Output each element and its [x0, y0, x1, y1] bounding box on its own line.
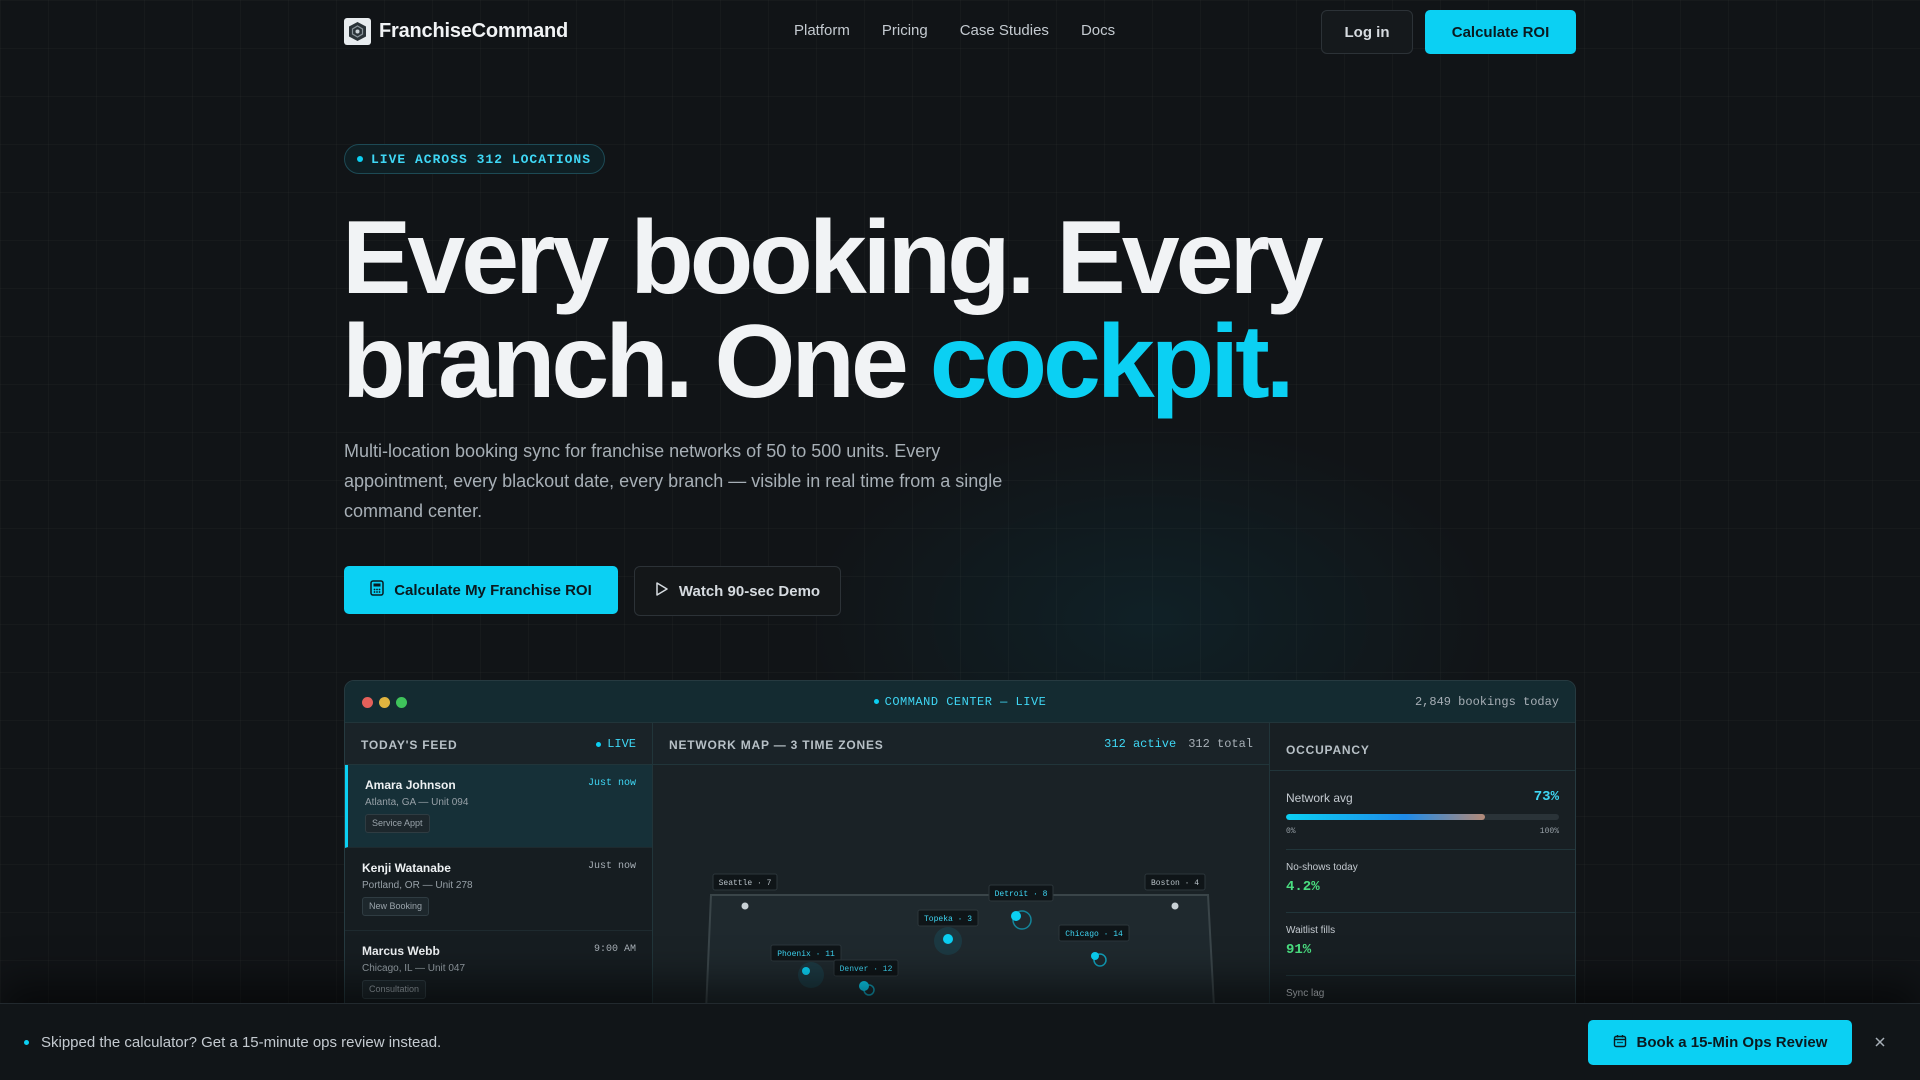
waitlist-stat: Waitlist fills 91% [1286, 912, 1575, 975]
sync-lag-label: Sync lag [1286, 988, 1325, 999]
scale-max: 100% [1539, 827, 1559, 836]
map-active-count: 312 active [1104, 737, 1177, 751]
feed-item-time: 9:00 AM [593, 944, 636, 955]
marker-label: Seattle · 7 [719, 879, 772, 888]
occupancy-header: OCCUPANCY [1270, 723, 1575, 771]
banner-message: Skipped the calculator? Get a 15-minute … [24, 1034, 441, 1051]
banner-text: Skipped the calculator? Get a 15-minute … [41, 1034, 442, 1051]
headline-accent: cockpit. [929, 304, 1295, 420]
headline-line-2: branch. One [342, 304, 930, 420]
marker-label: Chicago · 14 [1065, 930, 1123, 939]
feed-title: TODAY'S FEED [361, 738, 458, 752]
marker-label: Topeka · 3 [924, 915, 972, 924]
marker-label: Detroit · 8 [995, 890, 1048, 899]
live-badge-text: LIVE ACROSS 312 LOCATIONS [371, 151, 592, 167]
noshows-value: 4.2% [1286, 879, 1320, 895]
feed-item-tag: Service Appt [365, 814, 430, 833]
feed-item-name: Marcus Webb [362, 944, 440, 958]
live-dot-icon [596, 741, 602, 747]
marker-label: Phoenix · 11 [777, 950, 835, 959]
calculate-franchise-roi-button[interactable]: Calculate My Franchise ROI [344, 566, 618, 614]
live-dot-icon [357, 156, 363, 162]
feed-item[interactable]: Amara Johnson Just now Atlanta, GA — Uni… [345, 765, 652, 848]
marker-label: Boston · 4 [1151, 879, 1199, 888]
primary-cta-label: Calculate My Franchise ROI [394, 581, 592, 599]
ops-review-banner: Skipped the calculator? Get a 15-minute … [0, 1003, 1920, 1080]
map-total-count: 312 total [1188, 737, 1253, 751]
headline-line-1: Every booking. Every [342, 200, 1324, 316]
feed-item-tag: New Booking [362, 897, 430, 916]
feed-item-time: Just now [587, 778, 636, 789]
noshows-label: No-shows today [1286, 862, 1358, 873]
occupancy-bar-fill [1286, 814, 1486, 820]
play-icon [655, 582, 669, 600]
bookings-today-count: 2,849 bookings today [1414, 695, 1559, 709]
command-center-title: COMMAND CENTER — LIVE [345, 695, 1575, 709]
calculate-roi-button[interactable]: Calculate ROI [1425, 10, 1576, 54]
feed-live-label: LIVE [607, 737, 636, 751]
noshows-stat: No-shows today 4.2% [1286, 849, 1575, 912]
feed-live-indicator: LIVE [596, 737, 636, 751]
command-center-title-text: COMMAND CENTER — LIVE [884, 695, 1047, 709]
nav-link-pricing[interactable]: Pricing [882, 22, 928, 39]
feed-item-location: Portland, OR — Unit 278 [362, 880, 473, 891]
feed-item-location: Atlanta, GA — Unit 094 [365, 797, 469, 808]
book-ops-review-button[interactable]: Book a 15-Min Ops Review [1588, 1020, 1852, 1065]
nav-link-platform[interactable]: Platform [794, 22, 850, 39]
nav-link-case-studies[interactable]: Case Studies [960, 22, 1049, 39]
waitlist-label: Waitlist fills [1286, 925, 1336, 936]
login-button[interactable]: Log in [1321, 10, 1413, 54]
banner-dot-icon [24, 1040, 29, 1045]
map-counts: 312 active 312 total [1104, 737, 1253, 751]
marker-label: Denver · 12 [840, 965, 893, 974]
waitlist-value: 91% [1286, 942, 1312, 958]
map-title: NETWORK MAP — 3 TIME ZONES [669, 738, 884, 752]
logo-mark-icon [344, 18, 371, 45]
network-avg-value: 73% [1533, 789, 1559, 805]
map-header: NETWORK MAP — 3 TIME ZONES 312 active 31… [653, 723, 1269, 765]
hero-headline: Every booking. Every branch. One cockpit… [342, 206, 1442, 414]
dashboard-titlebar: COMMAND CENTER — LIVE 2,849 bookings tod… [345, 681, 1575, 723]
nav-links: Platform Pricing Case Studies Docs [794, 22, 1115, 39]
calculator-icon [370, 580, 384, 600]
feed-item-name: Amara Johnson [365, 778, 456, 792]
feed-item-name: Kenji Watanabe [362, 861, 451, 875]
live-dot-icon [873, 699, 879, 705]
feed-item-location: Chicago, IL — Unit 047 [362, 963, 466, 974]
feed-item[interactable]: Marcus Webb 9:00 AM Chicago, IL — Unit 0… [345, 931, 652, 1014]
occupancy-title: OCCUPANCY [1286, 743, 1370, 757]
live-locations-badge: LIVE ACROSS 312 LOCATIONS [344, 144, 606, 174]
secondary-cta-label: Watch 90-sec Demo [678, 582, 821, 600]
banner-cta-label: Book a 15-Min Ops Review [1636, 1034, 1828, 1051]
brand-name: FranchiseCommand [379, 20, 569, 42]
network-avg-label: Network avg [1286, 791, 1353, 805]
feed-header: TODAY'S FEED LIVE [345, 723, 652, 765]
calendar-icon [1613, 1034, 1627, 1052]
brand-logo[interactable]: FranchiseCommand [344, 18, 568, 45]
feed-item[interactable]: Kenji Watanabe Just now Portland, OR — U… [345, 848, 652, 931]
feed-item-tag: Consultation [362, 980, 427, 999]
occupancy-scale: 0% 100% [1286, 827, 1559, 836]
watch-demo-button[interactable]: Watch 90-sec Demo [634, 566, 841, 616]
top-nav: FranchiseCommand Platform Pricing Case S… [344, 10, 1576, 54]
scale-min: 0% [1286, 827, 1296, 836]
close-icon[interactable] [1872, 1034, 1888, 1050]
occupancy-bar [1286, 814, 1559, 820]
nav-link-docs[interactable]: Docs [1081, 22, 1115, 39]
hero-subcopy: Multi-location booking sync for franchis… [344, 441, 1003, 521]
feed-item-time: Just now [587, 861, 636, 872]
